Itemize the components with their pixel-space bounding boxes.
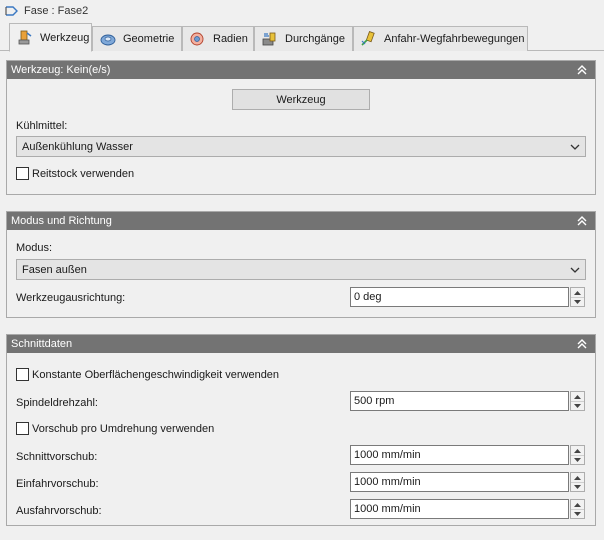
collapse-icon[interactable] bbox=[575, 214, 589, 228]
tailstock-checkbox-box[interactable] bbox=[16, 167, 29, 180]
css-label: Konstante Oberflächengeschwindigkeit ver… bbox=[32, 368, 280, 381]
spinner-down-icon[interactable] bbox=[571, 482, 584, 491]
linking-icon bbox=[361, 31, 375, 46]
cutting-feed-label: Schnittvorschub: bbox=[16, 451, 98, 463]
lead-out-feed-input[interactable]: 1000 mm/min bbox=[350, 499, 569, 519]
spinner-down-icon[interactable] bbox=[571, 297, 584, 306]
tab-werkzeug[interactable]: Werkzeug bbox=[9, 23, 92, 52]
chevron-down-icon bbox=[570, 267, 580, 273]
modus-panel-title: Modus und Richtung bbox=[11, 215, 112, 227]
coolant-dropdown[interactable]: Außenkühlung Wasser bbox=[16, 136, 586, 157]
tailstock-checkbox[interactable]: Reitstock verwenden bbox=[16, 167, 134, 180]
tab-anfahr-wegfahrbewegungen[interactable]: Anfahr-Wegfahrbewegungen bbox=[353, 26, 528, 51]
css-checkbox[interactable]: Konstante Oberflächengeschwindigkeit ver… bbox=[16, 368, 279, 381]
radii-icon bbox=[190, 32, 204, 46]
spinner-up-icon[interactable] bbox=[571, 473, 584, 482]
tab-geometrie-label: Geometrie bbox=[123, 33, 175, 45]
collapse-icon[interactable] bbox=[575, 63, 589, 77]
feed-per-rev-checkbox-box[interactable] bbox=[16, 422, 29, 435]
window-title: Fase : Fase2 bbox=[24, 5, 89, 17]
coolant-value: Außenkühlung Wasser bbox=[22, 140, 133, 153]
tool-icon bbox=[18, 30, 32, 44]
spinner-up-icon[interactable] bbox=[571, 500, 584, 509]
mode-dropdown[interactable]: Fasen außen bbox=[16, 259, 586, 280]
modus-panel: Modus und Richtung Modus: Fasen außen We… bbox=[6, 211, 596, 318]
spinner-down-icon[interactable] bbox=[571, 509, 584, 518]
mode-label: Modus: bbox=[16, 242, 53, 254]
lead-out-feed-label: Ausfahrvorschub: bbox=[16, 505, 102, 517]
werkzeug-panel-title: Werkzeug: Kein(e/s) bbox=[11, 64, 111, 76]
spinner-down-icon[interactable] bbox=[571, 455, 584, 464]
lead-in-feed-label: Einfahrvorschub: bbox=[16, 478, 99, 490]
chevron-down-icon bbox=[570, 144, 580, 150]
lead-in-feed-input[interactable]: 1000 mm/min bbox=[350, 472, 569, 492]
fase-icon bbox=[5, 6, 18, 16]
werkzeug-panel-header[interactable]: Werkzeug: Kein(e/s) bbox=[7, 61, 595, 79]
werkzeug-panel: Werkzeug: Kein(e/s) Werkzeug Kühlmittel:… bbox=[6, 60, 596, 195]
tab-radien[interactable]: Radien bbox=[182, 26, 254, 51]
select-tool-button[interactable]: Werkzeug bbox=[232, 89, 370, 110]
geometry-icon bbox=[100, 34, 116, 46]
tab-geometrie[interactable]: Geometrie bbox=[92, 26, 182, 51]
tab-durchgaenge[interactable]: Durchgänge bbox=[254, 26, 353, 51]
collapse-icon[interactable] bbox=[575, 337, 589, 351]
lead-out-feed-spinner[interactable] bbox=[570, 499, 585, 519]
modus-panel-header[interactable]: Modus und Richtung bbox=[7, 212, 595, 230]
schnitt-panel-header[interactable]: Schnittdaten bbox=[7, 335, 595, 353]
spindle-spinner[interactable] bbox=[570, 391, 585, 411]
tab-werkzeug-label: Werkzeug bbox=[40, 31, 90, 44]
orientation-input[interactable]: 0 deg bbox=[350, 287, 569, 307]
spinner-up-icon[interactable] bbox=[571, 392, 584, 401]
orientation-spinner[interactable] bbox=[570, 287, 585, 307]
spindle-input[interactable]: 500 rpm bbox=[350, 391, 569, 411]
spinner-up-icon[interactable] bbox=[571, 288, 584, 297]
spindle-label: Spindeldrehzahl: bbox=[16, 397, 98, 409]
tailstock-label: Reitstock verwenden bbox=[32, 167, 135, 180]
cutting-feed-spinner[interactable] bbox=[570, 445, 585, 465]
schnitt-panel-title: Schnittdaten bbox=[11, 338, 73, 350]
spinner-down-icon[interactable] bbox=[571, 401, 584, 410]
lead-in-feed-spinner[interactable] bbox=[570, 472, 585, 492]
tab-durchgaenge-label: Durchgänge bbox=[285, 33, 345, 45]
feed-per-rev-label: Vorschub pro Umdrehung verwenden bbox=[32, 422, 215, 435]
tab-radien-label: Radien bbox=[213, 33, 248, 45]
schnitt-panel: Schnittdaten Konstante Oberflächengeschw… bbox=[6, 334, 596, 526]
spinner-up-icon[interactable] bbox=[571, 446, 584, 455]
tab-strip: Werkzeug Geometrie Radien Durchgänge Anf… bbox=[0, 22, 604, 52]
tab-anfahr-wegfahrbewegungen-label: Anfahr-Wegfahrbewegungen bbox=[384, 33, 525, 45]
cutting-feed-input[interactable]: 1000 mm/min bbox=[350, 445, 569, 465]
window-title-bar: Fase : Fase2 bbox=[0, 0, 604, 22]
mode-value: Fasen außen bbox=[22, 263, 87, 276]
css-checkbox-box[interactable] bbox=[16, 368, 29, 381]
orientation-label: Werkzeugausrichtung: bbox=[16, 292, 126, 304]
passes-icon bbox=[262, 32, 276, 46]
coolant-label: Kühlmittel: bbox=[16, 120, 68, 132]
feed-per-rev-checkbox[interactable]: Vorschub pro Umdrehung verwenden bbox=[16, 422, 214, 435]
